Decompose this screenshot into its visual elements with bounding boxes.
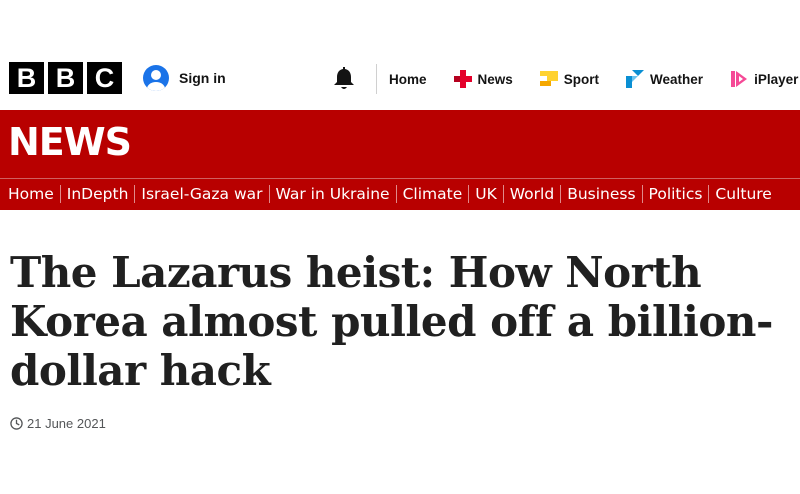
section-separator [502,185,504,203]
article-dateline: 21 June 2021 [10,416,106,431]
news-header: NEWS Home InDepth Israel-Gaza war War in… [0,110,800,210]
section-nav: Home InDepth Israel-Gaza war War in Ukra… [8,181,772,207]
clock-icon [10,417,23,430]
section-nav-indepth[interactable]: InDepth [67,185,129,203]
section-nav-israel-gaza-war[interactable]: Israel-Gaza war [141,185,262,203]
sport-icon [539,71,558,86]
bbc-logo-letter-b2: B [48,62,83,94]
section-separator [468,185,470,203]
news-icon [453,70,472,88]
global-nav-home[interactable]: Home [389,72,427,87]
global-nav-home-label: Home [389,71,427,87]
section-nav-war-in-ukraine[interactable]: War in Ukraine [276,185,390,203]
article-headline: The Lazarus heist: How North Korea almos… [10,248,773,395]
section-separator [268,185,270,203]
section-separator [560,185,562,203]
sign-in-link[interactable]: Sign in [143,65,226,91]
global-nav-sport[interactable]: Sport [539,70,600,88]
notifications-bell-icon[interactable] [331,67,357,91]
global-nav-weather[interactable]: Weather [626,70,703,88]
news-logo[interactable]: NEWS [8,120,132,164]
global-nav: Home News Sport Weather iPlayer [389,70,798,88]
section-separator [708,185,710,203]
global-nav-iplayer[interactable]: iPlayer [730,70,798,88]
global-nav-iplayer-label: iPlayer [754,71,799,87]
global-nav-news[interactable]: News [453,70,513,88]
bbc-logo-letter-b1: B [9,62,44,94]
global-nav-weather-label: Weather [650,71,704,87]
sign-in-label: Sign in [179,70,226,86]
section-separator [641,185,643,203]
section-nav-politics[interactable]: Politics [649,185,703,203]
article-date: 21 June 2021 [27,416,106,431]
global-header: B B C Sign in Home News Sport Weather iP… [0,56,800,100]
bbc-logo[interactable]: B B C [9,62,122,94]
section-separator [59,185,61,203]
section-nav-uk[interactable]: UK [475,185,497,203]
section-nav-climate[interactable]: Climate [403,185,463,203]
section-separator [134,185,136,203]
bbc-logo-letter-c: C [87,62,122,94]
section-nav-culture[interactable]: Culture [715,185,771,203]
header-divider [376,64,377,94]
news-header-divider [0,178,800,179]
weather-icon [626,70,645,88]
section-separator [395,185,397,203]
account-icon [143,65,169,91]
iplayer-icon [731,71,748,87]
global-nav-news-label: News [477,71,513,87]
section-nav-business[interactable]: Business [567,185,635,203]
section-nav-home[interactable]: Home [8,185,54,203]
section-nav-world[interactable]: World [510,185,554,203]
global-nav-sport-label: Sport [563,71,600,87]
